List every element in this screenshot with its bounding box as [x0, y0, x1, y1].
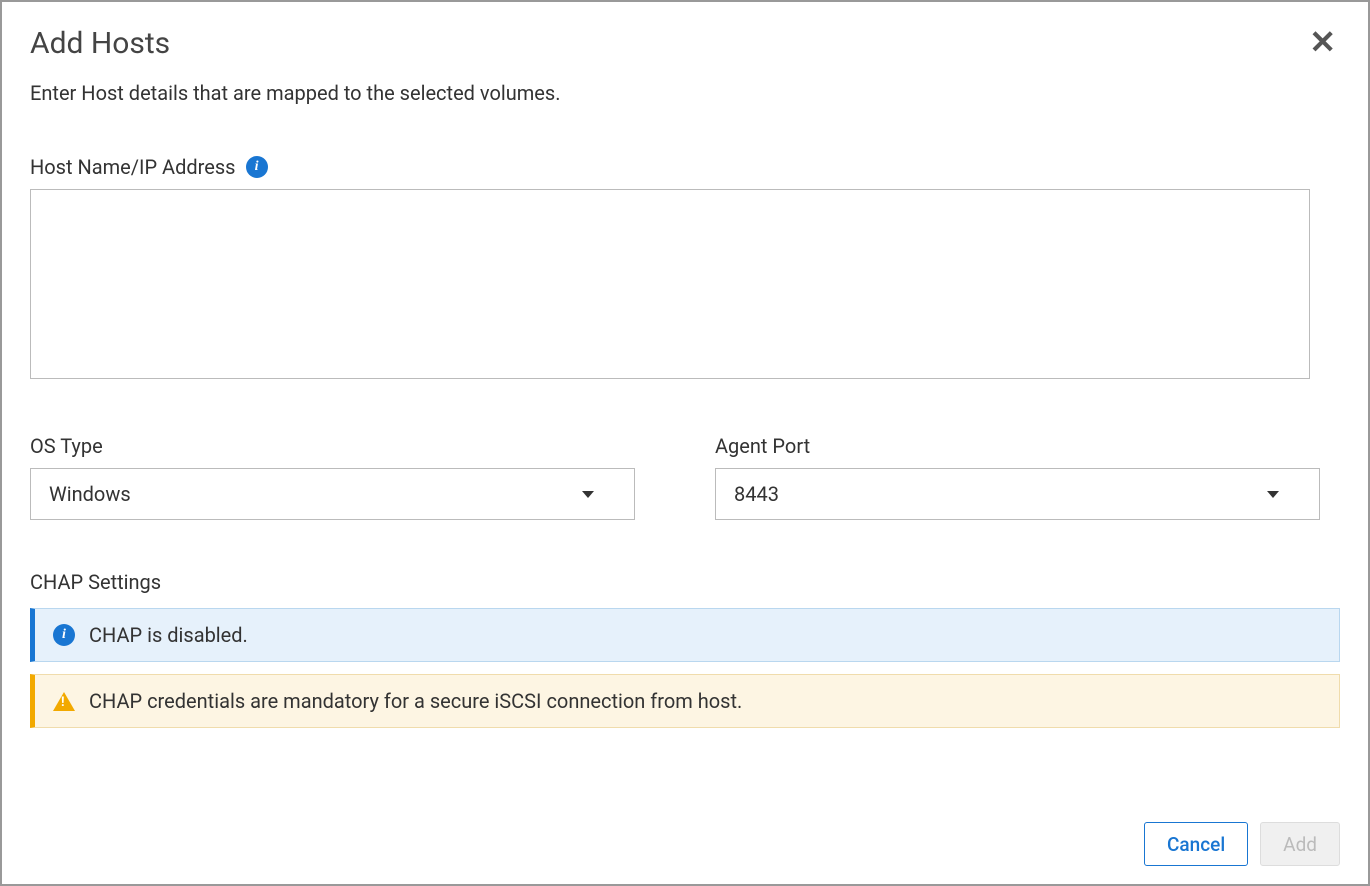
os-type-label: OS Type	[30, 434, 635, 458]
add-button: Add	[1260, 822, 1340, 866]
chap-info-text: CHAP is disabled.	[89, 623, 248, 647]
close-icon[interactable]: ✕	[1305, 26, 1340, 58]
os-type-select[interactable]: Windows	[30, 468, 635, 520]
modal-title: Add Hosts	[30, 26, 170, 61]
chap-warning-alert: CHAP credentials are mandatory for a sec…	[30, 674, 1340, 728]
warning-icon	[53, 692, 75, 711]
agent-port-value: 8443	[734, 482, 779, 506]
host-name-input[interactable]	[30, 189, 1310, 379]
info-icon: i	[53, 624, 75, 646]
host-name-label-text: Host Name/IP Address	[30, 155, 236, 179]
chap-warning-text: CHAP credentials are mandatory for a sec…	[89, 689, 742, 713]
os-type-field: OS Type Windows	[30, 434, 635, 520]
host-name-label: Host Name/IP Address i	[30, 155, 1340, 179]
agent-port-select[interactable]: 8443	[715, 468, 1320, 520]
chevron-down-icon	[1267, 491, 1279, 498]
add-hosts-modal: Add Hosts ✕ Enter Host details that are …	[0, 0, 1370, 886]
modal-footer: Cancel Add	[1144, 822, 1340, 866]
os-type-value: Windows	[49, 482, 131, 506]
cancel-button[interactable]: Cancel	[1144, 822, 1248, 866]
agent-port-label: Agent Port	[715, 434, 1320, 458]
chap-info-alert: i CHAP is disabled.	[30, 608, 1340, 662]
agent-port-field: Agent Port 8443	[715, 434, 1320, 520]
modal-subtitle: Enter Host details that are mapped to th…	[30, 81, 1340, 105]
chap-settings-title: CHAP Settings	[30, 570, 1340, 594]
chevron-down-icon	[582, 491, 594, 498]
info-icon[interactable]: i	[246, 156, 268, 178]
form-row: OS Type Windows Agent Port 8443	[30, 434, 1340, 520]
modal-header: Add Hosts ✕	[30, 26, 1340, 61]
